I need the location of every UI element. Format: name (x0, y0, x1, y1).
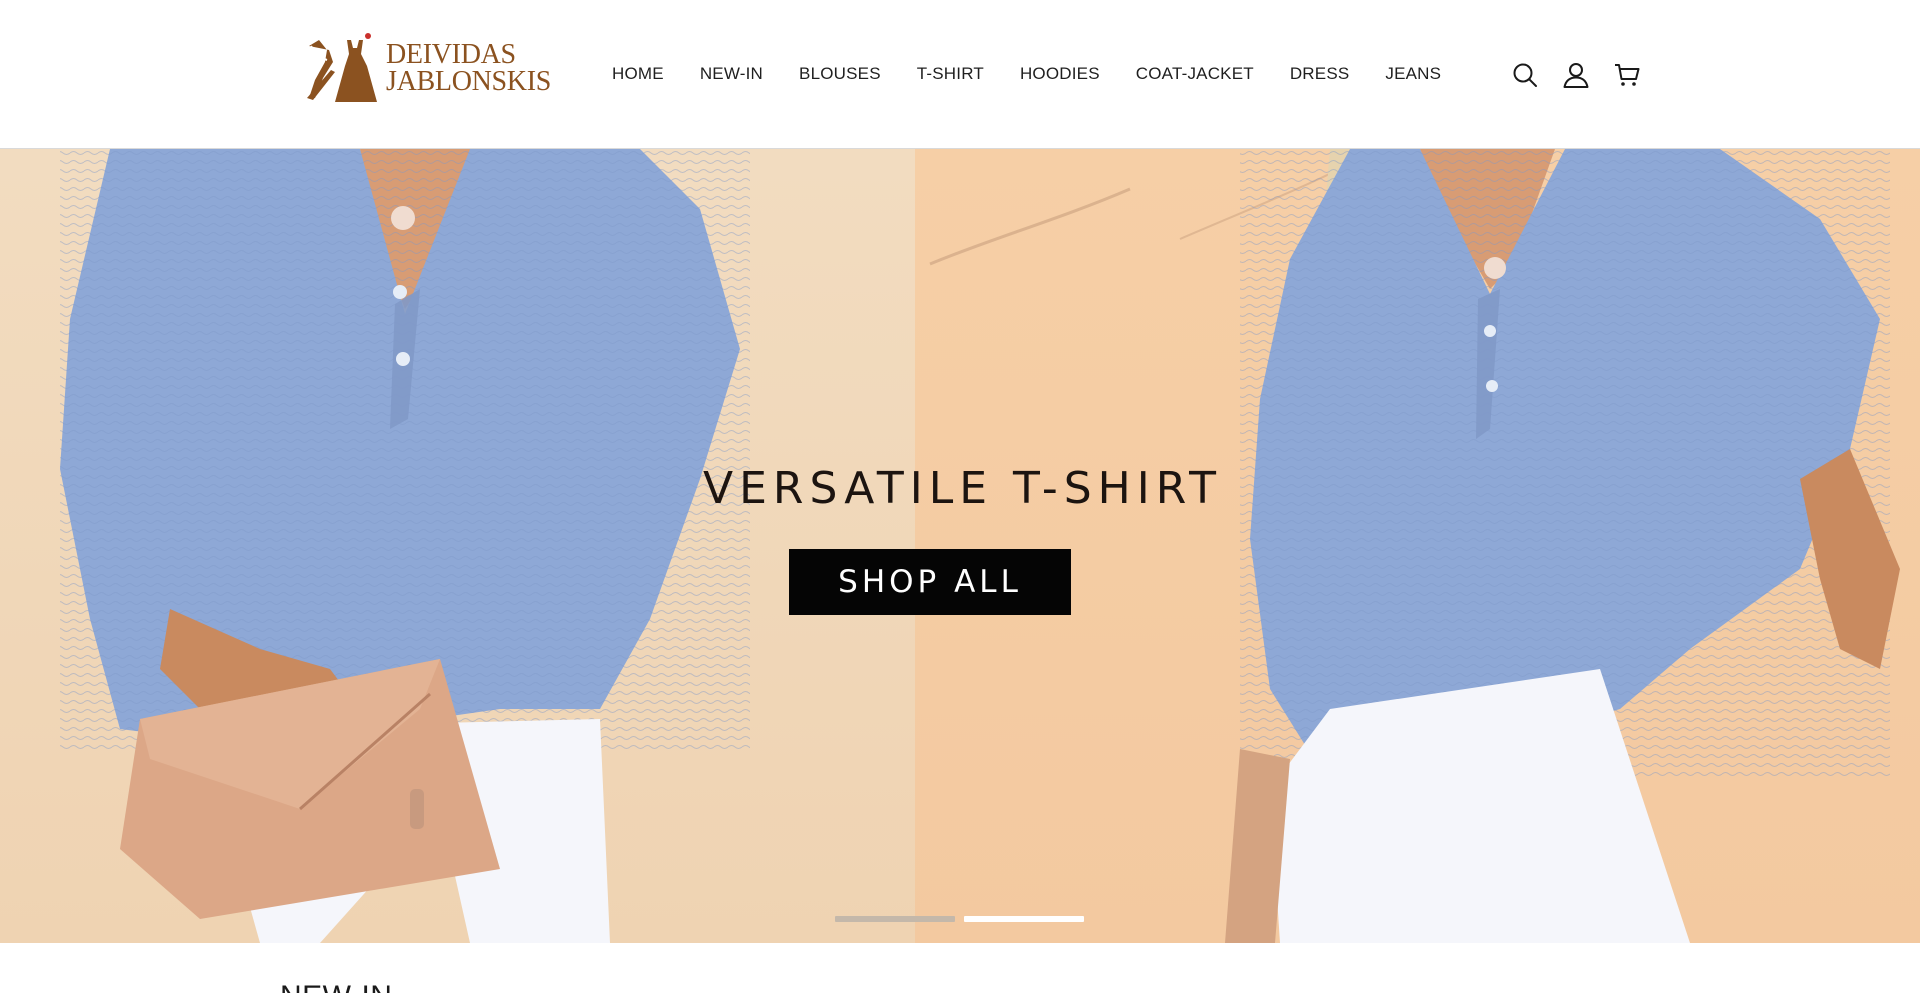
section-title: NEW-IN (280, 980, 392, 993)
nav-item-home[interactable]: HOME (612, 64, 664, 84)
slide-indicators (835, 916, 1093, 922)
nav-item-dress[interactable]: DRESS (1290, 64, 1350, 84)
brand-line-1: DEIVIDAS (386, 39, 516, 70)
cart-icon (1615, 64, 1640, 86)
hero-image (0, 149, 1920, 943)
brand-line-2: JABLONSKIS (386, 66, 552, 97)
slide-dot-1[interactable] (835, 916, 955, 922)
shop-all-button[interactable]: SHOP ALL (789, 549, 1071, 615)
hero-slideshow[interactable]: VERSATILE T-SHIRT SHOP ALL (0, 149, 1920, 943)
nav-item-hoodies[interactable]: HOODIES (1020, 64, 1100, 84)
search-icon (1513, 63, 1537, 87)
brand-logo-icon (307, 33, 377, 102)
cart-button[interactable] (1610, 58, 1644, 92)
account-button[interactable] (1559, 58, 1593, 92)
brand-logo[interactable]: DEIVIDAS JABLONSKIS (305, 32, 551, 104)
nav-item-new-in[interactable]: NEW-IN (700, 64, 763, 84)
header-actions (1508, 58, 1644, 92)
nav-item-coat-jacket[interactable]: COAT-JACKET (1136, 64, 1254, 84)
slide-dot-2[interactable] (964, 916, 1084, 922)
account-icon (1563, 63, 1589, 88)
brand-wordmark: DEIVIDAS JABLONSKIS (386, 39, 552, 97)
hero-title: VERSATILE T-SHIRT (702, 463, 1222, 514)
nav-item-blouses[interactable]: BLOUSES (799, 64, 881, 84)
main-nav: HOME NEW-IN BLOUSES T-SHIRT HOODIES COAT… (612, 0, 1441, 148)
nav-item-jeans[interactable]: JEANS (1385, 64, 1441, 84)
site-header: DEIVIDAS JABLONSKIS HOME NEW-IN BLOUSES … (0, 0, 1920, 149)
nav-item-t-shirt[interactable]: T-SHIRT (917, 64, 984, 84)
search-button[interactable] (1508, 58, 1542, 92)
